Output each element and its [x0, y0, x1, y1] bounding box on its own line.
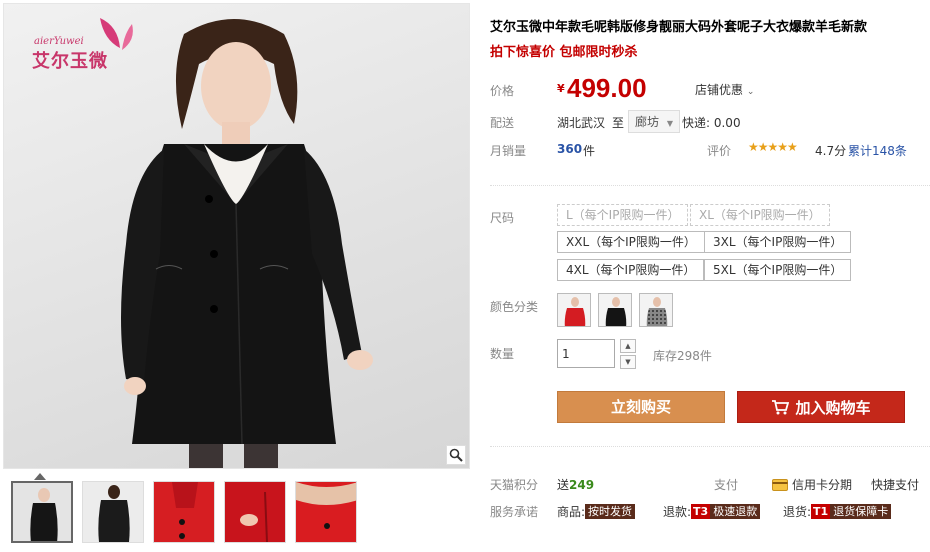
points-number: 249 — [569, 478, 595, 492]
quantity-input[interactable] — [557, 339, 615, 368]
shop-discount-dropdown[interactable]: 店铺优惠 ⌄ — [695, 81, 754, 98]
color-label: 颜色分类 — [490, 300, 539, 314]
shipping-from: 湖北武汉 — [557, 116, 606, 130]
payment-label: 支付 — [714, 478, 739, 492]
size-option-xxl[interactable]: XXL（每个IP限购一件） — [557, 231, 705, 253]
shipping-destination-select[interactable]: 廊坊 ▼ — [628, 110, 680, 133]
quantity-increase-button[interactable]: ▲ — [620, 339, 636, 353]
thumbnail-strip — [11, 481, 357, 543]
thumbnail-black-coat-back[interactable] — [82, 481, 144, 543]
color-swatch-red[interactable] — [557, 293, 591, 327]
color-swatch-gray-plaid[interactable] — [639, 293, 673, 327]
main-product-image[interactable]: aierYuwei 艾尔玉微 — [3, 3, 470, 469]
credit-card-installment[interactable]: 信用卡分期 — [772, 476, 852, 493]
brand-name: 艾尔玉微 — [32, 51, 108, 72]
thumbnail-red-coat-detail[interactable] — [295, 481, 357, 543]
size-option-l[interactable]: L（每个IP限购一件） — [557, 204, 689, 226]
stock-count: 库存298件 — [653, 349, 712, 363]
shop-discount-label: 店铺优惠 — [695, 83, 744, 97]
product-subtitle: 拍下惊喜价 包邮限时秒杀 — [490, 45, 638, 60]
color-swatch-black[interactable] — [598, 293, 632, 327]
points-label[interactable]: 天猫积分 — [490, 476, 538, 493]
review-count-link[interactable]: 累计148条 — [848, 142, 907, 159]
thumbnail-red-coat-collar[interactable] — [153, 481, 215, 543]
shipping-label: 配送 — [490, 116, 515, 130]
divider — [490, 446, 930, 447]
promise-tag: 极速退款 — [710, 504, 761, 519]
sales-label: 月销量 — [490, 144, 527, 158]
shipping-fee: 快递: 0.00 — [682, 116, 741, 130]
promise-tag: 退货保障卡 — [830, 504, 892, 519]
chevron-up-icon: ▲ — [625, 342, 631, 350]
size-option-3xl[interactable]: 3XL（每个IP限购一件） — [704, 231, 852, 253]
promise-prefix: 退货: — [783, 505, 812, 519]
service-promise-label: 服务承诺 — [490, 505, 539, 519]
shipping-to-label: 至 — [612, 116, 625, 130]
add-to-cart-label: 加入购物车 — [795, 398, 871, 417]
size-option-4xl[interactable]: 4XL（每个IP限购一件） — [557, 259, 705, 281]
size-option-xl[interactable]: XL（每个IP限购一件） — [690, 204, 830, 226]
dropdown-arrow-icon: ▼ — [666, 119, 673, 128]
product-gallery: aierYuwei 艾尔玉微 — [3, 3, 470, 551]
credit-card-label: 信用卡分期 — [792, 478, 853, 492]
credit-card-icon — [772, 478, 788, 491]
product-title: 艾尔玉微中年款毛呢韩版修身靓丽大码外套呢子大衣爆款羊毛新款 — [490, 20, 868, 35]
sales-unit: 件 — [583, 144, 596, 158]
thumbnail-black-coat-front[interactable] — [11, 481, 73, 543]
cart-icon — [772, 400, 790, 415]
price-label: 价格 — [490, 84, 515, 98]
thumbnail-red-coat-pocket[interactable] — [224, 481, 286, 543]
promise-prefix: 退款: — [663, 505, 692, 519]
quantity-decrease-button[interactable]: ▼ — [620, 355, 636, 369]
promise-badge: T1 — [811, 504, 831, 519]
chevron-down-icon: ▼ — [625, 358, 631, 366]
zoom-icon[interactable] — [446, 445, 466, 465]
buy-now-button[interactable]: 立刻购买 — [557, 391, 725, 423]
product-info-panel: 艾尔玉微中年款毛呢韩版修身靓丽大码外套呢子大衣爆款羊毛新款 拍下惊喜价 包邮限时… — [490, 0, 930, 552]
promise-fast-refund[interactable]: 退款: T3 极速退款 — [663, 503, 761, 520]
size-label: 尺码 — [490, 211, 515, 225]
promise-ship-on-time[interactable]: 商品: 按时发货 — [557, 503, 636, 520]
thumbnail-active-arrow-icon — [34, 473, 46, 480]
quantity-label: 数量 — [490, 347, 515, 361]
shipping-destination: 廊坊 — [635, 115, 660, 129]
points-prefix: 送 — [557, 478, 570, 492]
add-to-cart-button[interactable]: 加入购物车 — [737, 391, 905, 423]
size-option-5xl[interactable]: 5XL（每个IP限购一件） — [704, 259, 852, 281]
quick-pay[interactable]: 快捷支付 — [871, 476, 919, 493]
promise-return-card[interactable]: 退货: T1 退货保障卡 — [783, 503, 892, 520]
rating-stars-icon: ★★★★★ — [748, 140, 798, 154]
brand-latin: aierYuwei — [34, 36, 84, 47]
points-value: 送249 — [557, 476, 594, 493]
promise-prefix: 商品: — [557, 505, 586, 519]
promise-tag: 按时发货 — [585, 504, 636, 519]
price-currency: ¥ — [557, 82, 565, 95]
rating-label: 评价 — [707, 144, 732, 158]
promise-badge: T3 — [691, 504, 711, 519]
brand-logo: aierYuwei 艾尔玉微 — [32, 18, 142, 82]
price-value: 499.00 — [567, 73, 647, 103]
divider — [490, 185, 930, 186]
sales-count: 360 — [557, 142, 583, 156]
rating-score: 4.7分 — [815, 144, 847, 158]
chevron-down-icon: ⌄ — [746, 87, 755, 97]
